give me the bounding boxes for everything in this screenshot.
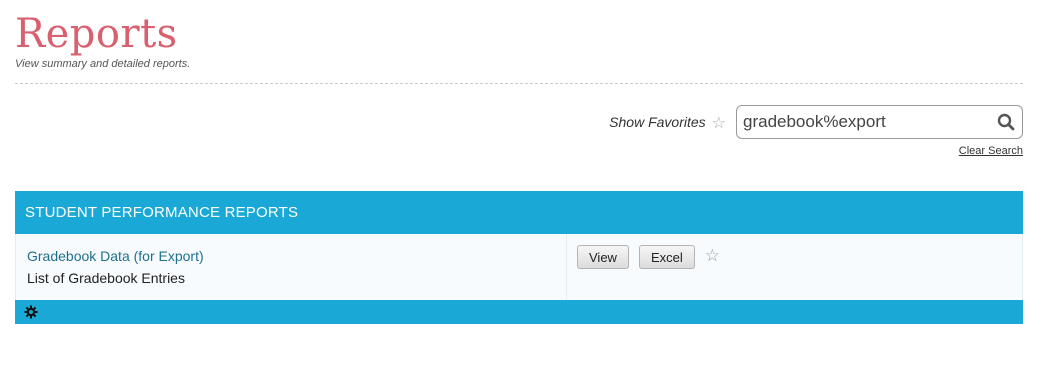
clear-search-link[interactable]: Clear Search <box>959 145 1023 157</box>
page-subtitle: View summary and detailed reports. <box>15 58 191 70</box>
report-info: Gradebook Data (for Export) List of Grad… <box>16 234 567 300</box>
report-name-link[interactable]: Gradebook Data (for Export) <box>27 248 566 264</box>
header-divider <box>15 83 1023 84</box>
show-favorites-label[interactable]: Show Favorites <box>609 114 705 130</box>
view-button[interactable]: View <box>577 245 629 269</box>
report-row: Gradebook Data (for Export) List of Grad… <box>15 234 1023 300</box>
page-header: Reports View summary and detailed report… <box>15 10 1023 70</box>
search-input[interactable] <box>743 112 996 132</box>
excel-button[interactable]: Excel <box>638 245 695 269</box>
page-title: Reports <box>15 11 178 57</box>
report-description: List of Gradebook Entries <box>27 270 185 286</box>
report-panel: STUDENT PERFORMANCE REPORTS Gradebook Da… <box>15 191 1023 324</box>
search-box <box>736 105 1023 139</box>
report-actions: View Excel ☆ <box>567 234 720 300</box>
gear-icon[interactable] <box>24 305 38 319</box>
toolbar: Show Favorites ☆ <box>609 105 1023 139</box>
panel-header: STUDENT PERFORMANCE REPORTS <box>15 191 1023 234</box>
star-outline-icon[interactable]: ☆ <box>705 245 720 267</box>
search-icon[interactable] <box>996 112 1016 132</box>
star-outline-icon[interactable]: ☆ <box>712 113 726 132</box>
panel-footer <box>15 300 1023 324</box>
